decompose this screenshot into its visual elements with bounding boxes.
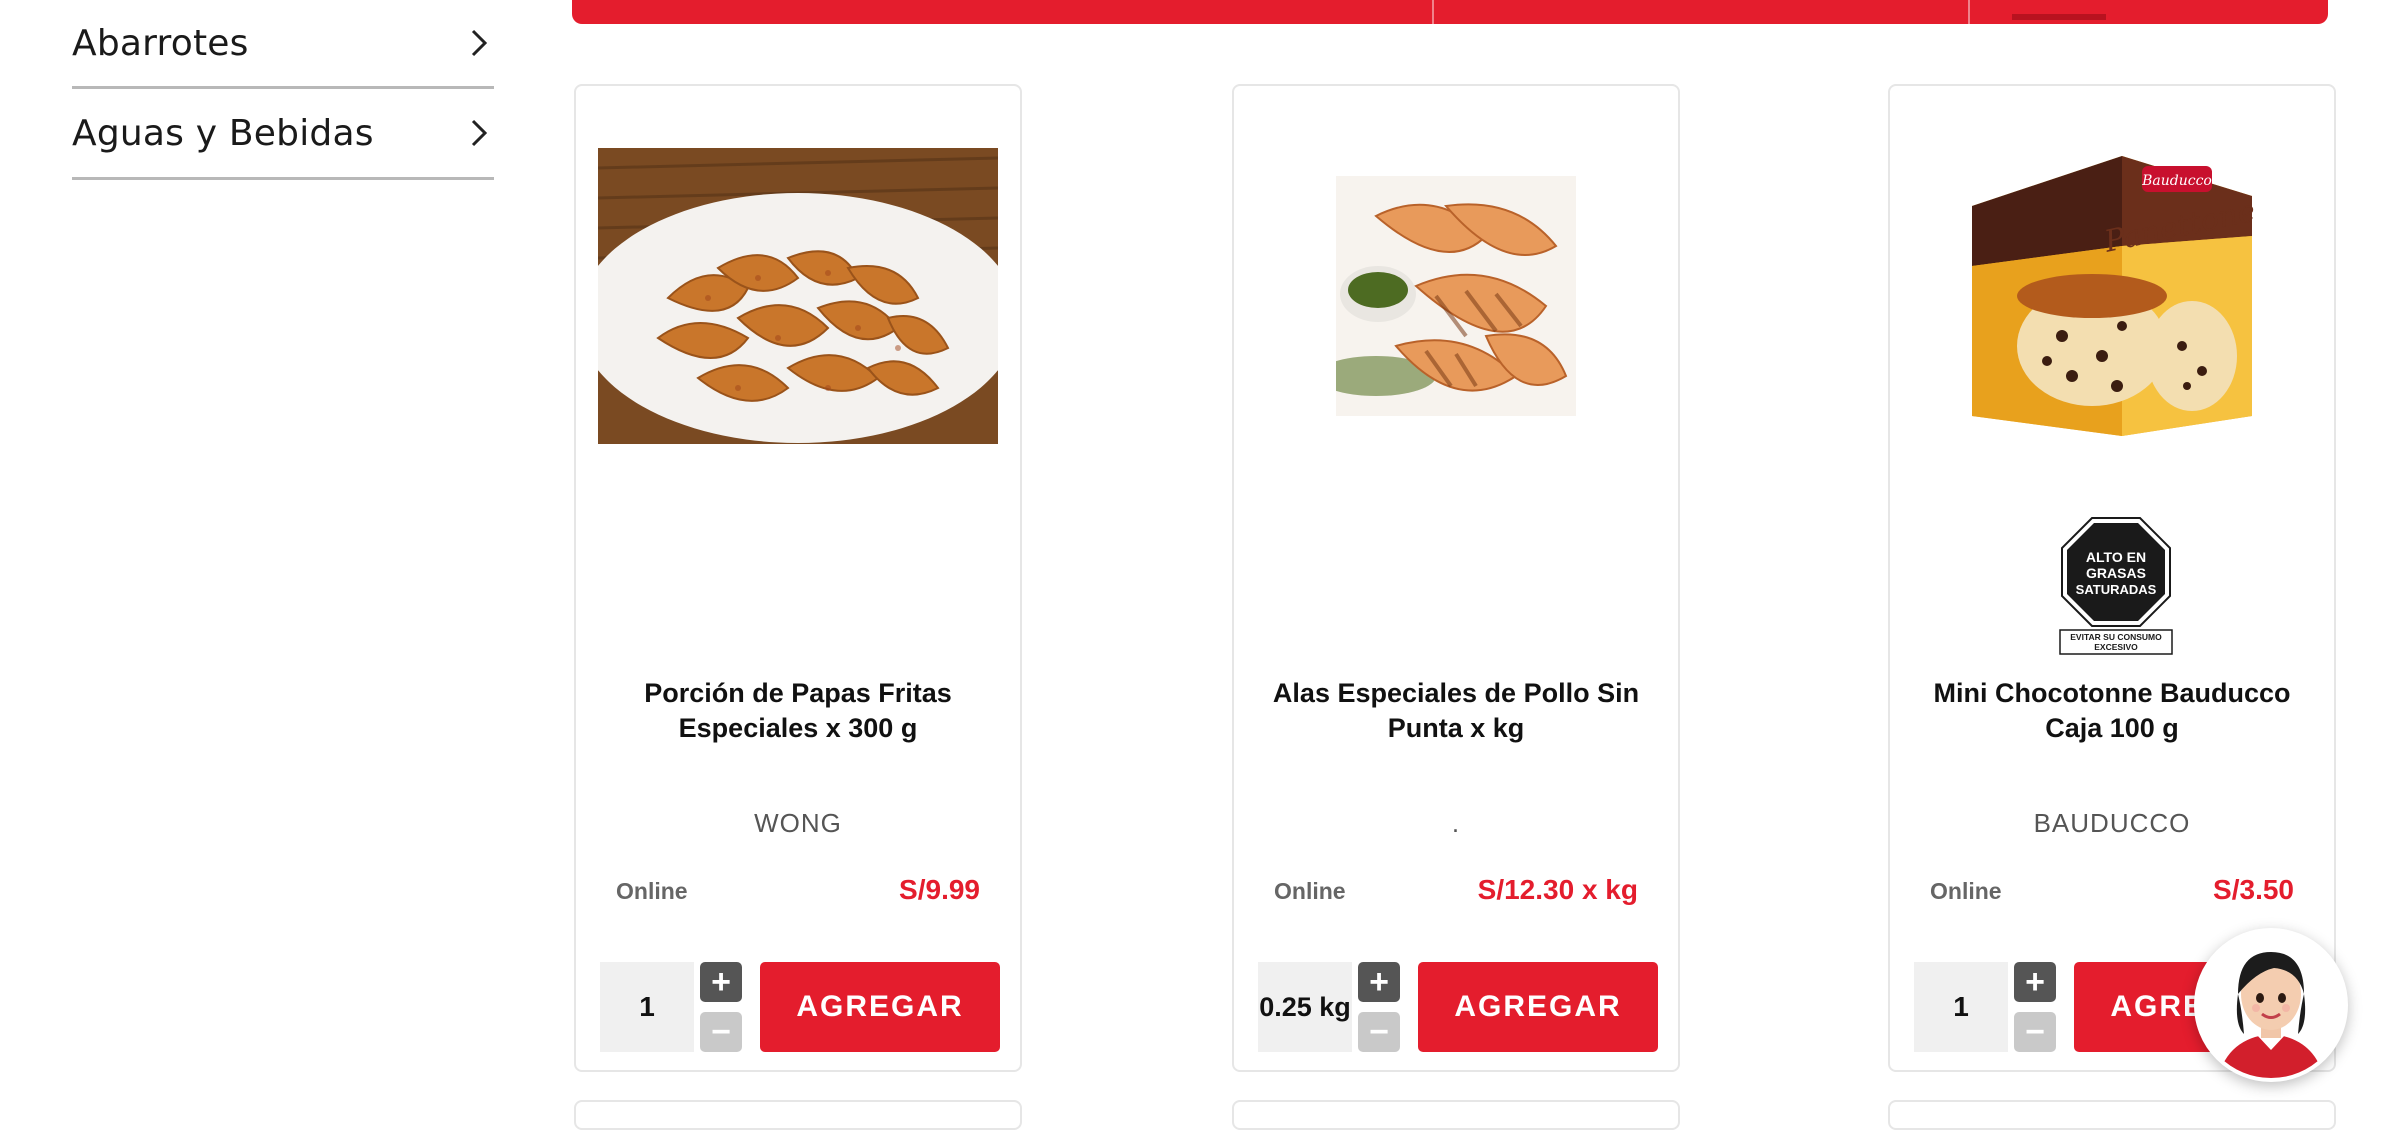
product-card[interactable]: [1888, 1100, 2336, 1130]
quantity-input[interactable]: 1: [1914, 962, 2008, 1052]
svg-text:Bauducco: Bauducco: [2141, 173, 2212, 189]
sidebar-item-aguas-bebidas[interactable]: Aguas y Bebidas: [72, 89, 494, 180]
topbar-divider: [1432, 0, 1434, 24]
product-image-chocotonne[interactable]: Bauducco Panettone: [1890, 86, 2334, 506]
assistant-avatar-icon: [2198, 932, 2344, 1078]
product-price: S/3.50: [2213, 874, 2294, 905]
product-brand: BAUDUCCO: [2033, 808, 2191, 838]
product-price: S/9.99: [899, 874, 980, 905]
add-to-cart-button[interactable]: AGREGAR: [1418, 962, 1658, 1052]
online-label: Online: [1274, 878, 1346, 904]
chevron-right-icon: [464, 118, 494, 148]
product-card[interactable]: [574, 1100, 1022, 1130]
papas-fritas-image: [598, 148, 998, 444]
chevron-right-icon: [464, 28, 494, 58]
product-price: S/12.30 x kg: [1477, 874, 1638, 905]
nutrition-warning-seal: ALTO EN GRASAS SATURADAS EVITAR SU CONSU…: [2058, 516, 2174, 656]
category-sidebar: Abarrotes Aguas y Bebidas: [72, 0, 494, 180]
product-card[interactable]: Alas Especiales de Pollo Sin Punta x kg …: [1232, 84, 1680, 1072]
svg-text:EXCESIVO: EXCESIVO: [2094, 642, 2138, 652]
quantity-increase-button[interactable]: +: [700, 962, 742, 1002]
quantity-decrease-button[interactable]: −: [2014, 1012, 2056, 1052]
quantity-decrease-button[interactable]: −: [1358, 1012, 1400, 1052]
topbar-divider: [1968, 0, 1970, 24]
product-title[interactable]: Mini Chocotonne Bauducco Caja 100 g: [1910, 676, 2314, 746]
topbar-active-indicator: [2012, 14, 2106, 20]
product-card[interactable]: [1232, 1100, 1680, 1130]
quantity-increase-button[interactable]: +: [1358, 962, 1400, 1002]
quantity-decrease-button[interactable]: −: [700, 1012, 742, 1052]
add-to-cart-button[interactable]: AGREGAR: [760, 962, 1000, 1052]
product-card[interactable]: Porción de Papas Fritas Especiales x 300…: [574, 84, 1022, 1072]
product-title[interactable]: Alas Especiales de Pollo Sin Punta x kg: [1254, 676, 1658, 746]
quantity-increase-button[interactable]: +: [2014, 962, 2056, 1002]
quantity-input[interactable]: 1: [600, 962, 694, 1052]
product-image-alas-pollo[interactable]: [1234, 86, 1678, 506]
product-brand: .: [1451, 808, 1461, 838]
online-label: Online: [616, 878, 688, 904]
product-title[interactable]: Porción de Papas Fritas Especiales x 300…: [596, 676, 1000, 746]
sidebar-item-abarrotes[interactable]: Abarrotes: [72, 0, 494, 89]
svg-text:GRASAS: GRASAS: [2086, 565, 2146, 581]
quantity-input[interactable]: 0.25 kg: [1258, 962, 1352, 1052]
online-label: Online: [1930, 878, 2002, 904]
product-brand: WONG: [754, 808, 842, 838]
svg-text:SATURADAS: SATURADAS: [2076, 582, 2157, 597]
product-image-papas-fritas[interactable]: [576, 86, 1020, 506]
sidebar-item-label: Abarrotes: [72, 22, 249, 64]
chat-assistant-button[interactable]: [2194, 928, 2348, 1082]
top-category-bar: [572, 0, 2328, 24]
sidebar-item-label: Aguas y Bebidas: [72, 112, 374, 154]
svg-text:ALTO EN: ALTO EN: [2086, 549, 2146, 565]
svg-text:EVITAR SU CONSUMO: EVITAR SU CONSUMO: [2070, 632, 2162, 642]
product-card[interactable]: Bauducco Panettone ALTO EN GRASAS SATURA…: [1888, 84, 2336, 1072]
alas-pollo-image: [1336, 176, 1576, 416]
chocotonne-image: Bauducco Panettone: [1972, 156, 2259, 436]
